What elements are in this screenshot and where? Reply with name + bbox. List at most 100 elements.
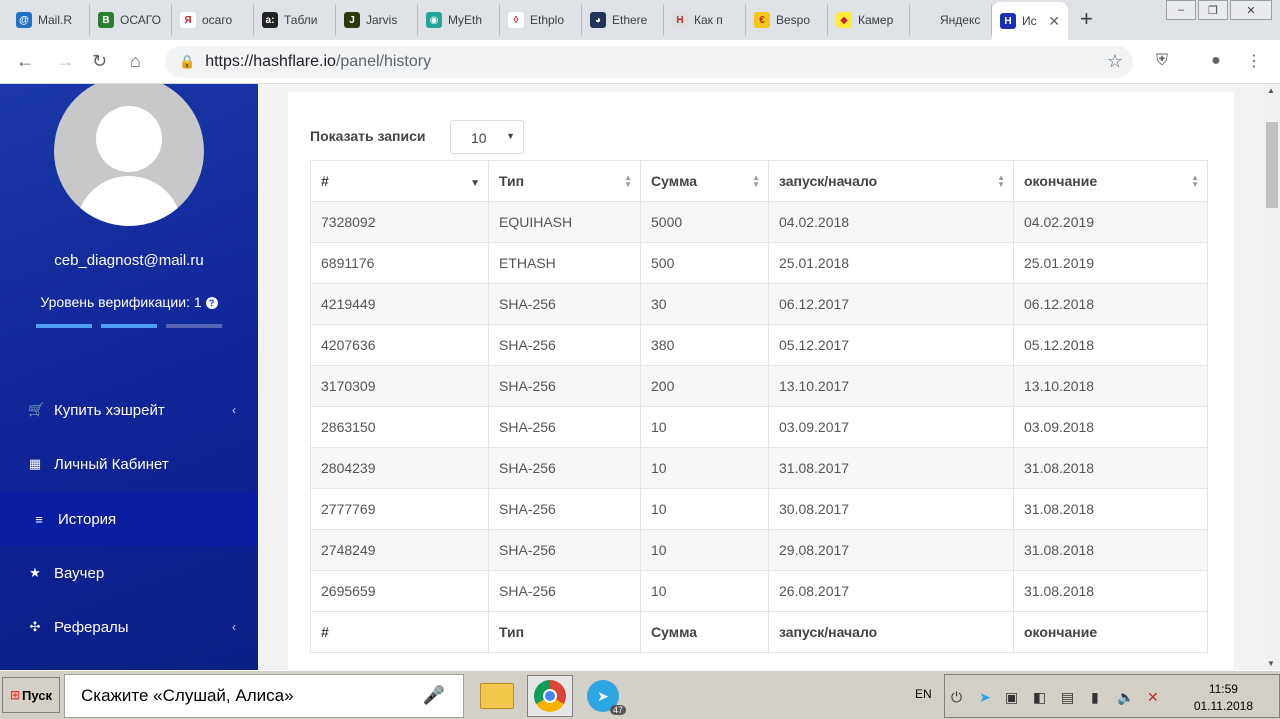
maximize-button[interactable]: ❐ bbox=[1198, 0, 1228, 20]
alice-prompt: Скажите «Слушай, Алиса» bbox=[81, 686, 294, 705]
table-row: 6891176 ETHASH 500 25.01.2018 25.01.2019 bbox=[310, 242, 1208, 284]
browser-tab[interactable]: ◕ Ethere bbox=[582, 4, 664, 36]
cell-amount: 10 bbox=[640, 488, 769, 530]
scroll-down-icon[interactable]: ▼ bbox=[1267, 659, 1275, 668]
sidebar-item-buy-hashrate[interactable]: 🛒 Купить хэшрейт ‹ bbox=[0, 383, 258, 437]
cell-id: 6891176 bbox=[310, 242, 489, 284]
verification-label: Уровень верификации: 1 bbox=[40, 294, 202, 310]
cell-start: 29.08.2017 bbox=[768, 529, 1014, 571]
page-size-label: Показать записи bbox=[310, 128, 426, 144]
menu-dots-icon[interactable]: ⋮ bbox=[1244, 51, 1264, 71]
windows-logo-icon: ⊞ bbox=[9, 688, 21, 702]
network-error-icon[interactable]: ✕ bbox=[1147, 689, 1159, 706]
monitor-icon[interactable]: ▣ bbox=[1005, 689, 1018, 706]
tab-title: Камер bbox=[858, 13, 894, 27]
sidebar-item-label: История bbox=[58, 510, 117, 528]
table-row: 2777769 SHA-256 10 30.08.2017 31.08.2018 bbox=[310, 488, 1208, 530]
scroll-up-icon[interactable]: ▲ bbox=[1267, 86, 1275, 95]
page-scrollbar[interactable]: ▲ ▼ bbox=[1264, 84, 1280, 670]
reload-icon[interactable]: ↻ bbox=[92, 50, 107, 72]
cell-end: 31.08.2018 bbox=[1013, 570, 1208, 612]
cell-type: SHA-256 bbox=[488, 488, 641, 530]
chevron-left-icon: ‹ bbox=[232, 620, 236, 634]
close-tab-icon[interactable]: ✕ bbox=[1048, 13, 1060, 30]
cell-amount: 10 bbox=[640, 406, 769, 448]
sidebar-item-referrals[interactable]: ✣ Рефералы ‹ bbox=[0, 600, 258, 654]
taskbar-telegram[interactable]: ➤ 47 bbox=[580, 675, 626, 717]
bespoke-icon: € bbox=[754, 12, 770, 28]
minimize-button[interactable]: – bbox=[1166, 0, 1196, 20]
tab-title: Как п bbox=[694, 13, 723, 27]
power-icon[interactable]: ⏻ bbox=[951, 689, 962, 706]
sort-icon: ▲ ▼ bbox=[997, 173, 1005, 189]
taskbar-explorer[interactable] bbox=[474, 675, 520, 717]
page-size-value: 10 bbox=[471, 130, 487, 146]
help-icon[interactable]: ? bbox=[205, 297, 218, 309]
sidebar-item-label: Ваучер bbox=[54, 564, 105, 582]
display-icon[interactable]: ◧ bbox=[1033, 689, 1046, 706]
back-icon[interactable]: ← bbox=[16, 50, 34, 72]
tab-title: Bespo bbox=[776, 13, 811, 27]
sidebar-item-dashboard[interactable]: ▦ Личный Кабинет bbox=[0, 437, 258, 491]
sidebar-item-voucher[interactable]: ★ Ваучер bbox=[0, 546, 258, 600]
bookmark-star-icon[interactable]: ☆ bbox=[1107, 51, 1123, 72]
verification-step-2 bbox=[101, 324, 157, 328]
tab-title: осаго bbox=[202, 13, 233, 27]
browser-tab[interactable]: ◊ Ethplo bbox=[500, 4, 582, 36]
taskbar: ⊞ Пуск Скажите «Слушай, Алиса» 🎤 ➤ 47 EN … bbox=[0, 670, 1280, 719]
sidebar-item-history[interactable]: ≡ История bbox=[0, 492, 258, 546]
microphone-icon[interactable]: 🎤 bbox=[423, 685, 445, 706]
telegram-tray-icon[interactable]: ➤ bbox=[979, 689, 991, 706]
browser-tab[interactable]: Яосаго bbox=[172, 4, 254, 36]
browser-tab[interactable]: В ОСАГО bbox=[90, 4, 172, 36]
browser-tab[interactable]: Яндекс bbox=[910, 4, 992, 36]
browser-tab[interactable]: J Jarvis bbox=[336, 4, 418, 36]
column-header-type[interactable]: Тип ▲ ▼ bbox=[488, 160, 641, 202]
scrollbar-thumb[interactable] bbox=[1266, 122, 1278, 208]
page-size-select[interactable]: 10 ▼ bbox=[450, 120, 524, 154]
list-icon: ≡ bbox=[35, 511, 43, 527]
browser-tab[interactable]: @ Mail.R bbox=[8, 4, 90, 36]
verification-step-1 bbox=[36, 324, 92, 328]
forward-icon[interactable]: → bbox=[56, 50, 74, 72]
language-indicator[interactable]: EN bbox=[915, 687, 932, 701]
lock-icon: 🔒 bbox=[179, 54, 196, 69]
close-window-button[interactable]: ✕ bbox=[1230, 0, 1272, 20]
new-tab-button[interactable]: + bbox=[1080, 8, 1093, 30]
home-icon[interactable]: ⌂ bbox=[130, 50, 141, 72]
column-header-id[interactable]: # ▼ bbox=[310, 160, 489, 202]
ublock-extension-icon[interactable]: ⛨ bbox=[1152, 51, 1172, 71]
column-footer-id: # bbox=[310, 611, 489, 653]
address-bar[interactable]: 🔒 https://hashflare.io/panel/history ☆ bbox=[165, 46, 1133, 78]
tab-title: Ис bbox=[1022, 14, 1037, 28]
devices-icon[interactable]: ▤ bbox=[1061, 689, 1074, 706]
sidebar-item-label: Купить хэшрейт bbox=[54, 401, 165, 419]
taskbar-chrome[interactable] bbox=[527, 675, 573, 717]
cell-end: 31.08.2018 bbox=[1013, 488, 1208, 530]
avatar[interactable] bbox=[54, 84, 204, 226]
browser-tab[interactable]: Н Как п bbox=[664, 4, 746, 36]
browser-tab[interactable]: H Ис ✕ bbox=[992, 2, 1068, 40]
column-footer-end: окончание bbox=[1013, 611, 1208, 653]
tab-title: MyEth bbox=[448, 13, 483, 27]
clock[interactable]: 11:59 01.11.2018 bbox=[1194, 681, 1253, 715]
account-icon[interactable]: ● bbox=[1206, 51, 1226, 71]
browser-tab[interactable]: € Bespo bbox=[746, 4, 828, 36]
browser-tab[interactable]: a: Табли bbox=[254, 4, 336, 36]
browser-tab[interactable]: ◉ MyEth bbox=[418, 4, 500, 36]
cell-amount: 380 bbox=[640, 324, 769, 366]
start-button[interactable]: ⊞ Пуск bbox=[2, 677, 60, 713]
volume-icon[interactable]: 🔈 bbox=[1117, 689, 1134, 706]
browser-tab[interactable]: ◆ Камер bbox=[828, 4, 910, 36]
tab-title: Яндекс bbox=[940, 13, 981, 27]
signal-icon[interactable]: ▮ bbox=[1091, 689, 1099, 706]
column-header-end[interactable]: окончание ▲ ▼ bbox=[1013, 160, 1208, 202]
alice-search-box[interactable]: Скажите «Слушай, Алиса» 🎤 bbox=[64, 674, 464, 718]
column-header-start[interactable]: запуск/начало ▲ ▼ bbox=[768, 160, 1014, 202]
dashboard-icon: ▦ bbox=[28, 456, 42, 471]
cell-start: 30.08.2017 bbox=[768, 488, 1014, 530]
cell-start: 03.09.2017 bbox=[768, 406, 1014, 448]
column-header-amount[interactable]: Сумма ▲ ▼ bbox=[640, 160, 769, 202]
sidebar-item-label: Рефералы bbox=[54, 618, 129, 636]
sort-desc-icon: ▼ bbox=[470, 178, 480, 189]
